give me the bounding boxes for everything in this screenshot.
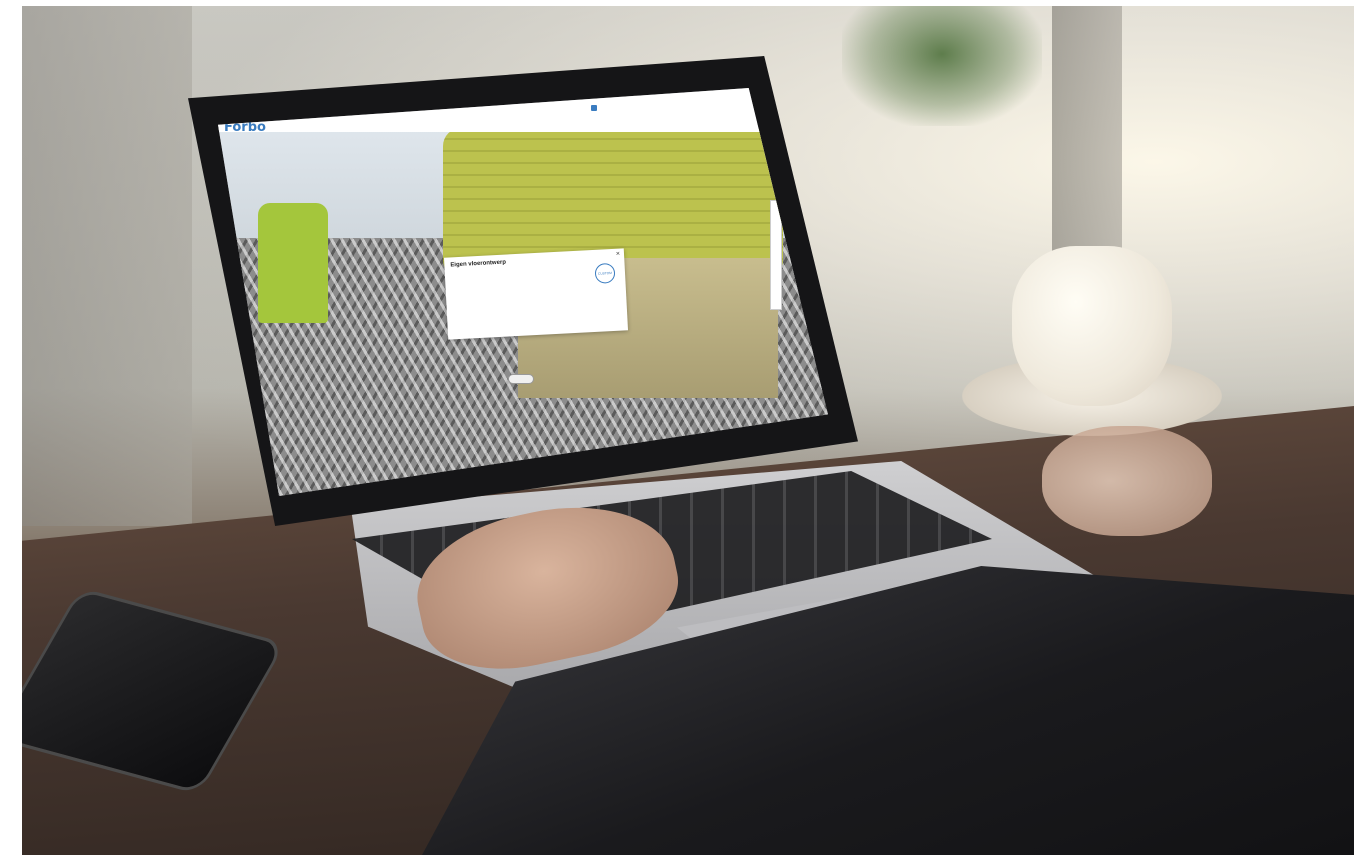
info-popup: × Eigen vloerontwerp CUSTOM — [443, 248, 629, 340]
popup-title: Eigen vloerontwerp — [450, 259, 507, 269]
square-icon — [591, 105, 597, 111]
nav-menu — [573, 105, 604, 111]
custom-badge: CUSTOM — [594, 262, 616, 284]
plant — [842, 6, 1042, 126]
pill-button[interactable] — [508, 374, 534, 384]
right-hand-on-mouse — [1042, 426, 1212, 536]
coffee-cup — [1012, 246, 1172, 406]
close-icon[interactable]: × — [616, 251, 620, 258]
nav-item[interactable] — [591, 105, 598, 111]
window-frame — [22, 6, 192, 526]
green-chair — [258, 203, 328, 323]
